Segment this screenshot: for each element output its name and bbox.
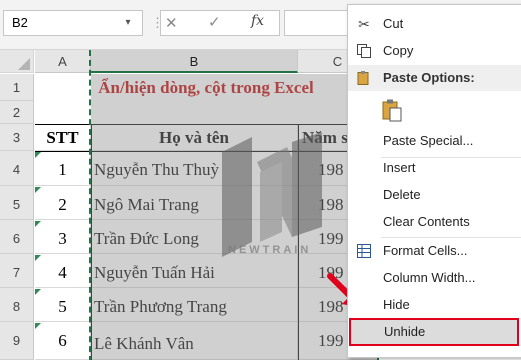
- error-indicator-icon: [35, 221, 41, 227]
- menu-item-label: Copy: [383, 43, 414, 58]
- row-header[interactable]: 2: [0, 101, 34, 124]
- menu-item-unhide[interactable]: Unhide: [349, 318, 519, 346]
- menu-item-label: Format Cells...: [383, 243, 468, 258]
- menu-item-label: Cut: [383, 16, 404, 31]
- row-header[interactable]: 5: [0, 186, 34, 220]
- row-header[interactable]: 6: [0, 220, 34, 254]
- menu-item-label: Unhide: [384, 324, 426, 339]
- name-box-dropdown-icon[interactable]: ▾: [117, 11, 139, 35]
- row-header[interactable]: 8: [0, 288, 34, 322]
- menu-item-label: Paste Options:: [383, 70, 475, 85]
- row-header[interactable]: 7: [0, 254, 34, 288]
- cell-name[interactable]: Nguyễn Thu Thuỳ: [91, 151, 298, 186]
- menu-item-cut[interactable]: ✂ Cut: [348, 11, 521, 37]
- header-name[interactable]: Họ và tên: [91, 124, 298, 151]
- menu-item-label: Delete: [383, 187, 421, 202]
- row-header[interactable]: 4: [0, 151, 34, 186]
- insert-function-icon[interactable]: fx: [251, 13, 264, 29]
- cell-name[interactable]: Nguyễn Tuấn Hải: [91, 254, 298, 288]
- menu-item-delete[interactable]: Delete: [348, 182, 521, 208]
- paste-options-header: Paste Options:: [348, 65, 521, 91]
- cell-name[interactable]: Ngô Mai Trang: [91, 186, 298, 220]
- paste-icon: [356, 70, 372, 86]
- table-border: [298, 124, 299, 360]
- select-all-triangle-icon: [18, 58, 30, 70]
- menu-item-label: Paste Special...: [383, 133, 474, 148]
- error-indicator-icon: [35, 255, 41, 261]
- menu-item-format-cells[interactable]: Format Cells...: [348, 238, 521, 264]
- column-header-a[interactable]: A: [35, 50, 91, 73]
- menu-item-copy[interactable]: Copy: [348, 38, 521, 64]
- table-border: [35, 151, 378, 152]
- menu-item-insert[interactable]: Insert: [348, 155, 521, 181]
- cell-name[interactable]: Lê Khánh Vân: [91, 322, 298, 360]
- cell-stt[interactable]: 2: [35, 186, 91, 220]
- menu-item-label: Insert: [383, 160, 416, 175]
- menu-item-paste-special[interactable]: Paste Special...: [348, 128, 521, 154]
- column-header-b[interactable]: B: [91, 50, 298, 73]
- paste-clipboard-icon: [381, 98, 403, 131]
- enter-icon[interactable]: ✓: [208, 13, 221, 31]
- row-header[interactable]: 9: [0, 322, 34, 360]
- table-border: [35, 124, 378, 125]
- row-header[interactable]: 3: [0, 124, 34, 151]
- header-stt[interactable]: STT: [35, 124, 91, 151]
- excel-window: B2 ▾ ⋮ ✕ ✓ fx A B C 1 2 3 4 5 6 7 8 9 Ẩn…: [0, 0, 521, 360]
- menu-item-label: Column Width...: [383, 270, 476, 285]
- menu-item-label: Clear Contents: [383, 214, 470, 229]
- error-indicator-icon: [35, 187, 41, 193]
- error-indicator-icon: [35, 152, 41, 158]
- watermark-text: NEWTRAIN: [228, 244, 312, 256]
- cancel-icon[interactable]: ✕: [165, 14, 178, 32]
- menu-item-hide[interactable]: Hide: [348, 292, 521, 318]
- menu-item-clear-contents[interactable]: Clear Contents: [348, 209, 521, 235]
- scissors-icon: ✂: [358, 16, 370, 32]
- cell-stt[interactable]: 5: [35, 288, 91, 322]
- copy-icon: [356, 43, 372, 59]
- sheet-title[interactable]: Ẩn/hiện dòng, cột trong Excel: [35, 74, 377, 101]
- context-menu: ✂ Cut Copy Paste Options: Paste Special.…: [347, 4, 521, 358]
- cell-name[interactable]: Trần Phương Trang: [91, 288, 298, 322]
- error-indicator-icon: [35, 289, 41, 295]
- more-icon: ⋮: [151, 15, 164, 30]
- menu-item-label: Hide: [383, 297, 410, 312]
- cell-stt[interactable]: 4: [35, 254, 91, 288]
- paste-option-button[interactable]: [348, 94, 521, 128]
- cell-stt[interactable]: 6: [35, 322, 91, 360]
- name-box-value: B2: [12, 15, 28, 30]
- cell-stt[interactable]: 3: [35, 220, 91, 254]
- menu-item-column-width[interactable]: Column Width...: [348, 265, 521, 291]
- cell-stt[interactable]: 1: [35, 151, 91, 186]
- table-border: [91, 124, 92, 360]
- error-indicator-icon: [35, 323, 41, 329]
- row-header[interactable]: 1: [0, 74, 34, 101]
- format-cells-icon: [356, 243, 372, 259]
